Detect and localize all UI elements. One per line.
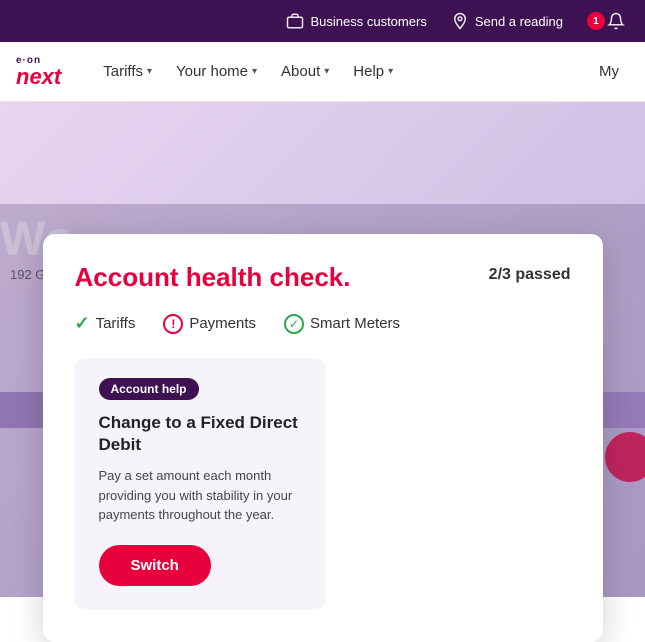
top-bar: Business customers Send a reading 1 xyxy=(0,0,645,42)
nav-tariffs[interactable]: Tariffs ▾ xyxy=(93,55,162,88)
notification-bell[interactable]: 1 xyxy=(587,12,625,30)
card-title: Change to a Fixed Direct Debit xyxy=(99,412,301,456)
send-reading-link[interactable]: Send a reading xyxy=(451,12,563,30)
check-tariffs-label: Tariffs xyxy=(96,315,136,332)
page-background: Wo 192 G... Ac t paympaymement iss after… xyxy=(0,102,645,597)
nav-help-label: Help xyxy=(353,63,384,80)
check-tariffs: ✓ Tariffs xyxy=(75,313,136,334)
nav-my[interactable]: My xyxy=(589,55,629,88)
account-health-modal: Account health check. 2/3 passed ✓ Tarif… xyxy=(43,234,603,642)
tariffs-checkmark-icon: ✓ xyxy=(75,313,90,334)
business-customers-label: Business customers xyxy=(310,14,426,29)
action-card: Account help Change to a Fixed Direct De… xyxy=(75,358,325,610)
check-items-row: ✓ Tariffs ! Payments ✓ Smart Meters xyxy=(75,313,571,334)
your-home-chevron-icon: ▾ xyxy=(252,66,257,77)
about-chevron-icon: ▾ xyxy=(324,66,329,77)
check-smart-meters-label: Smart Meters xyxy=(310,315,400,332)
logo-next: next xyxy=(16,66,61,88)
nav-about-label: About xyxy=(281,63,320,80)
notification-count: 1 xyxy=(587,12,605,30)
modal-overlay: Account health check. 2/3 passed ✓ Tarif… xyxy=(0,204,645,597)
nav-tariffs-label: Tariffs xyxy=(103,63,143,80)
modal-title: Account health check. xyxy=(75,262,351,293)
nav-help[interactable]: Help ▾ xyxy=(343,55,403,88)
tariffs-chevron-icon: ▾ xyxy=(147,66,152,77)
card-description: Pay a set amount each month providing yo… xyxy=(99,466,301,525)
switch-button[interactable]: Switch xyxy=(99,545,211,586)
card-tag: Account help xyxy=(99,378,199,400)
nav-your-home-label: Your home xyxy=(176,63,248,80)
nav-your-home[interactable]: Your home ▾ xyxy=(166,55,267,88)
passed-badge: 2/3 passed xyxy=(489,266,571,284)
help-chevron-icon: ▾ xyxy=(388,66,393,77)
main-nav: Tariffs ▾ Your home ▾ About ▾ Help ▾ My xyxy=(93,55,629,88)
business-customers-link[interactable]: Business customers xyxy=(286,12,426,30)
smart-meters-checkmark-icon: ✓ xyxy=(284,314,304,334)
nav-my-label: My xyxy=(599,63,619,80)
check-smart-meters: ✓ Smart Meters xyxy=(284,314,400,334)
send-reading-label: Send a reading xyxy=(475,14,563,29)
payments-warning-icon: ! xyxy=(163,314,183,334)
check-payments-label: Payments xyxy=(189,315,256,332)
check-payments: ! Payments xyxy=(163,314,256,334)
nav-about[interactable]: About ▾ xyxy=(271,55,339,88)
modal-header: Account health check. 2/3 passed xyxy=(75,262,571,293)
logo[interactable]: e·on next xyxy=(16,55,61,88)
nav-bar: e·on next Tariffs ▾ Your home ▾ About ▾ … xyxy=(0,42,645,102)
